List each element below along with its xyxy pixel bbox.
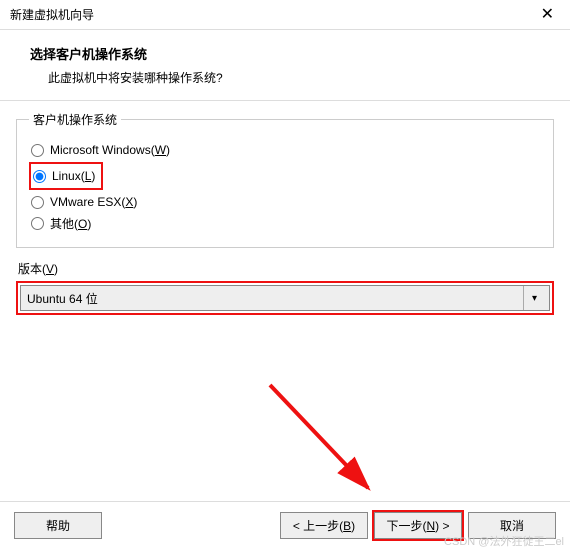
radio-windows-label: Microsoft Windows(W)	[50, 143, 170, 157]
page-title: 选择客户机操作系统	[30, 44, 540, 63]
guest-os-group: 客户机操作系统 Microsoft Windows(W) Linux(L) VM…	[16, 111, 554, 248]
wizard-header: 选择客户机操作系统 此虚拟机中将安装哪种操作系统?	[0, 30, 570, 100]
radio-windows-input[interactable]	[31, 144, 44, 157]
radio-linux-label: Linux(L)	[52, 169, 95, 183]
guest-os-legend: 客户机操作系统	[29, 111, 121, 128]
wizard-body: 客户机操作系统 Microsoft Windows(W) Linux(L) VM…	[0, 101, 570, 315]
page-subtitle: 此虚拟机中将安装哪种操作系统?	[48, 69, 540, 86]
version-label: 版本(V)	[18, 260, 554, 277]
cancel-button[interactable]: 取消	[468, 512, 556, 539]
radio-windows[interactable]: Microsoft Windows(W)	[29, 142, 541, 158]
chevron-down-icon[interactable]: ▾	[523, 286, 545, 310]
version-selected: Ubuntu 64 位	[27, 290, 98, 307]
radio-esx[interactable]: VMware ESX(X)	[29, 194, 541, 210]
window-title: 新建虚拟机向导	[10, 6, 94, 23]
next-button[interactable]: 下一步(N) >	[374, 512, 462, 539]
titlebar: 新建虚拟机向导 ✕	[0, 0, 570, 30]
version-select[interactable]: Ubuntu 64 位 ▾	[20, 285, 550, 311]
radio-other-input[interactable]	[31, 217, 44, 230]
wizard-footer: 帮助 < 上一步(B) 下一步(N) > 取消	[0, 501, 570, 551]
close-icon[interactable]: ✕	[535, 7, 560, 23]
radio-esx-input[interactable]	[31, 196, 44, 209]
radio-other-label: 其他(O)	[50, 215, 91, 232]
radio-esx-label: VMware ESX(X)	[50, 195, 137, 209]
help-button[interactable]: 帮助	[14, 512, 102, 539]
radio-linux[interactable]: Linux(L)	[31, 168, 97, 184]
highlight-linux: Linux(L)	[29, 162, 103, 190]
back-button[interactable]: < 上一步(B)	[280, 512, 368, 539]
radio-linux-input[interactable]	[33, 170, 46, 183]
radio-other[interactable]: 其他(O)	[29, 214, 541, 233]
highlight-version: Ubuntu 64 位 ▾	[16, 281, 554, 315]
